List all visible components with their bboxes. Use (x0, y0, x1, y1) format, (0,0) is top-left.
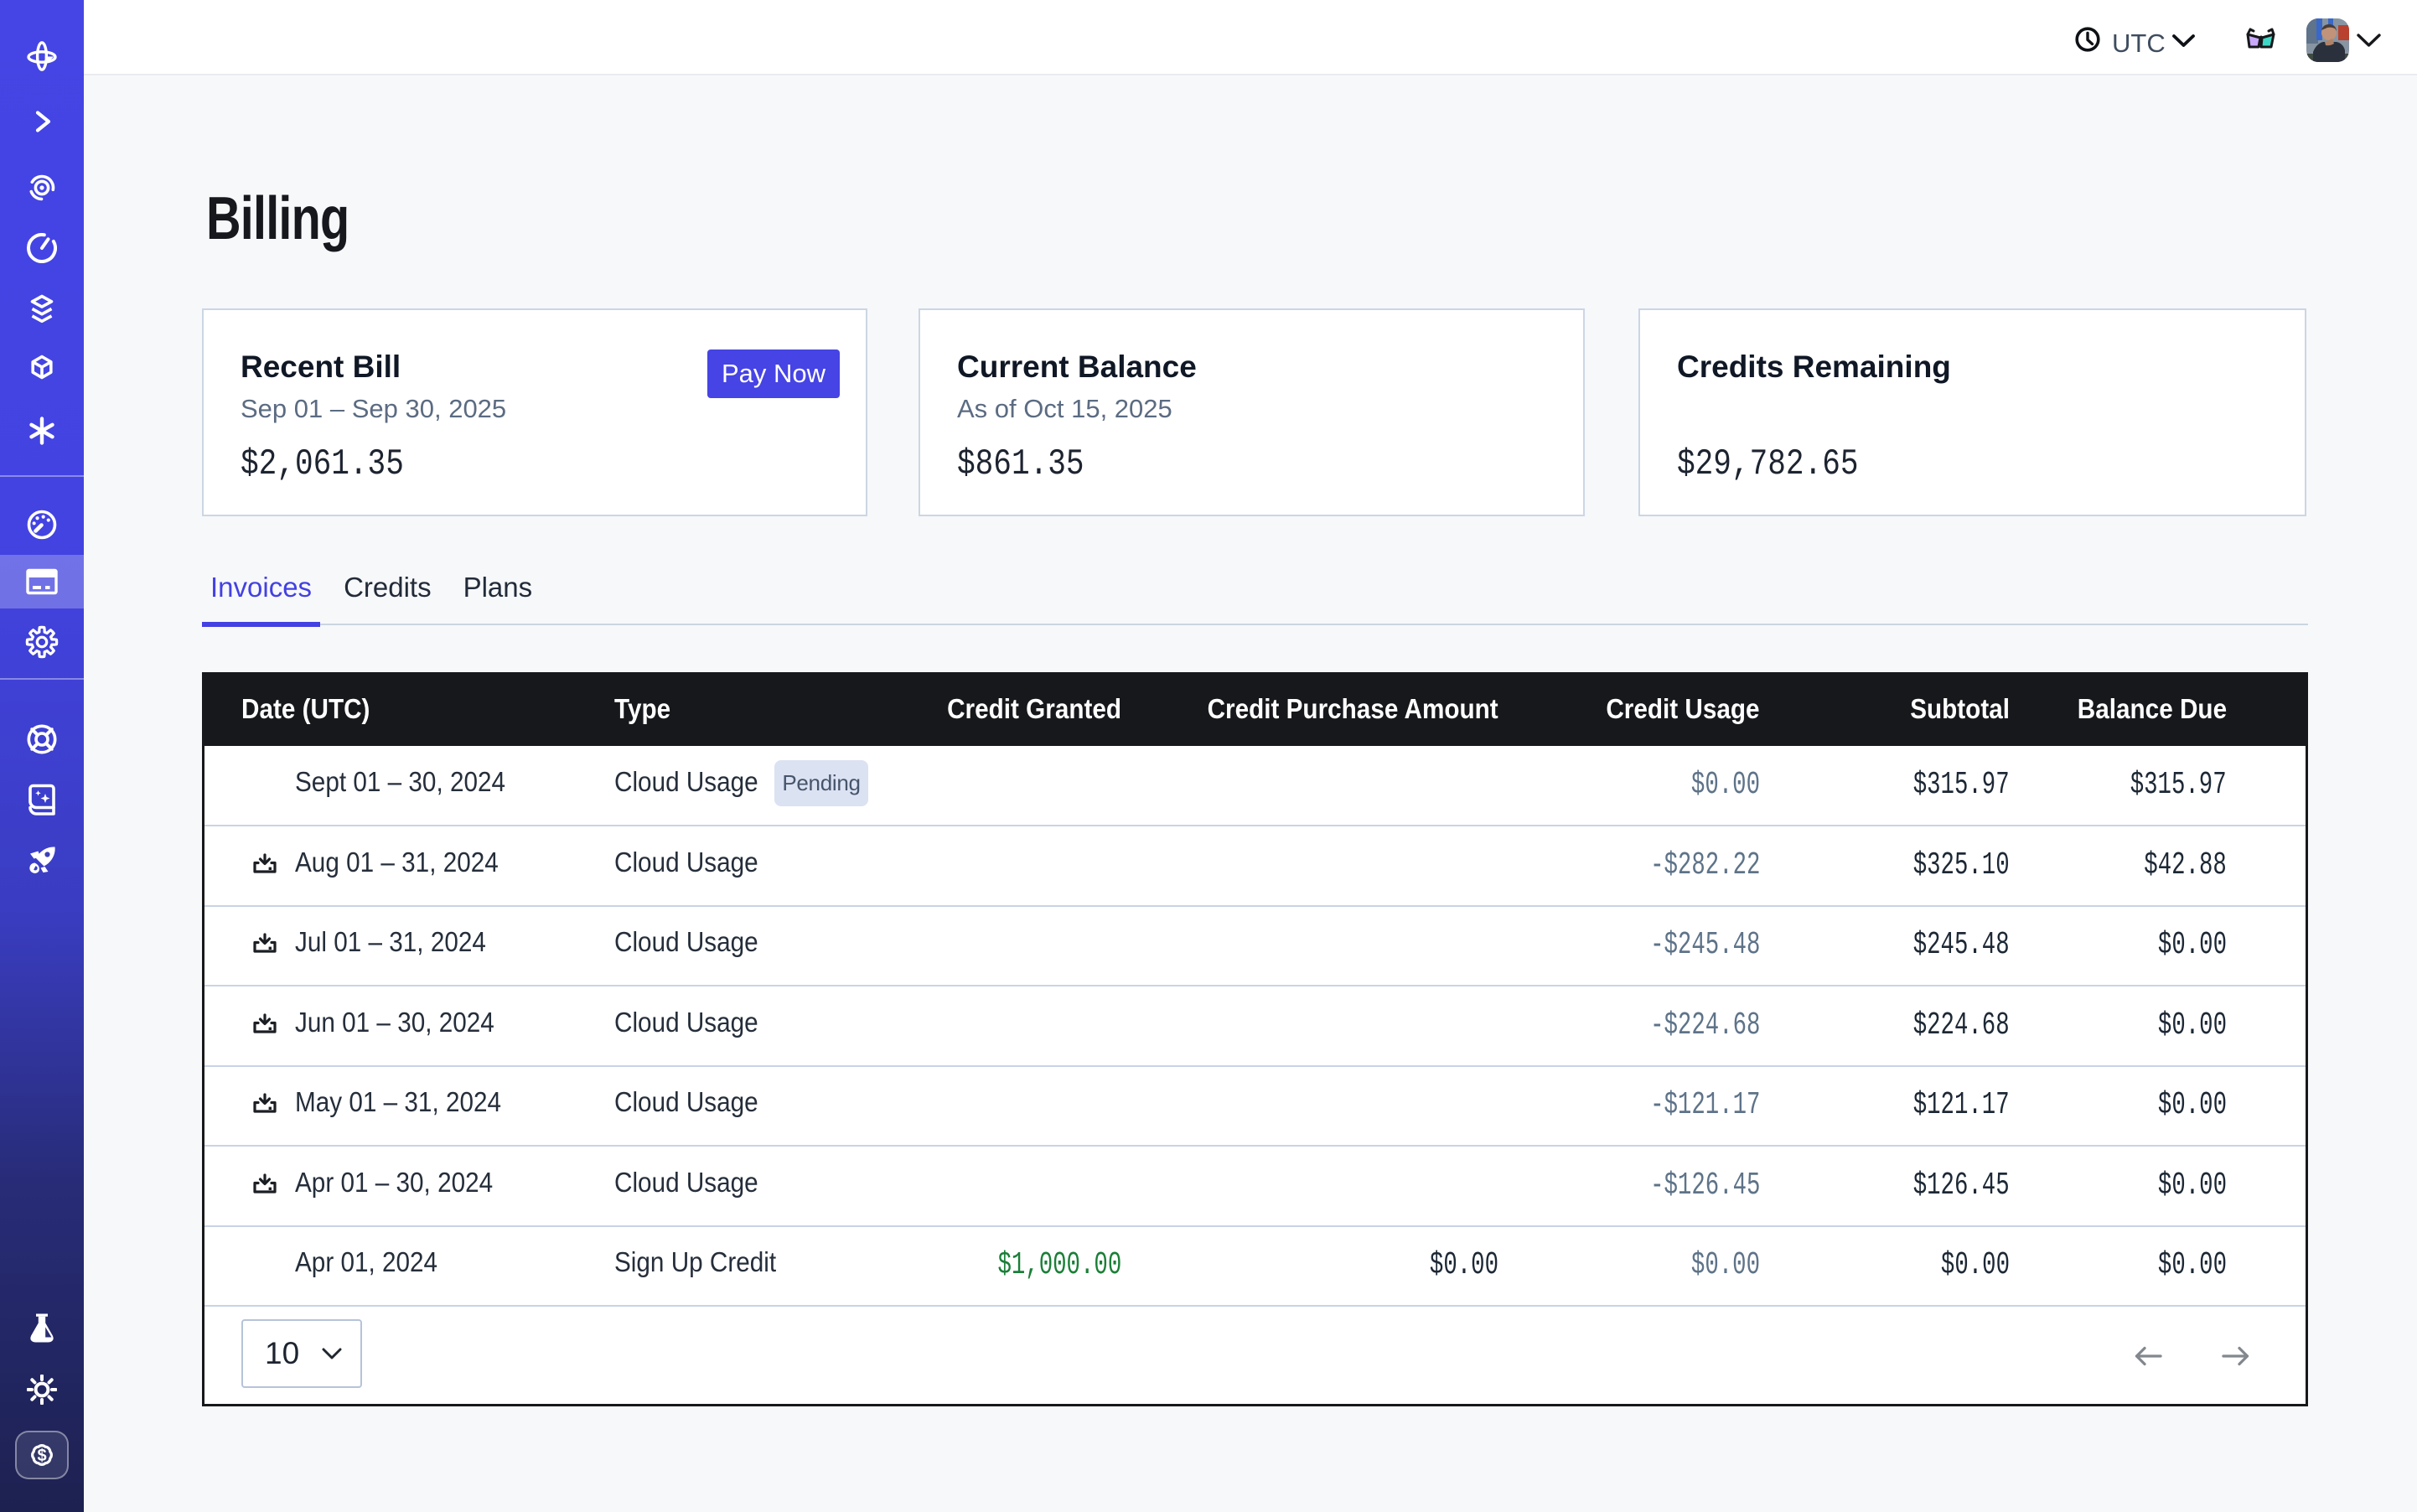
svg-text:$: $ (37, 1447, 46, 1465)
